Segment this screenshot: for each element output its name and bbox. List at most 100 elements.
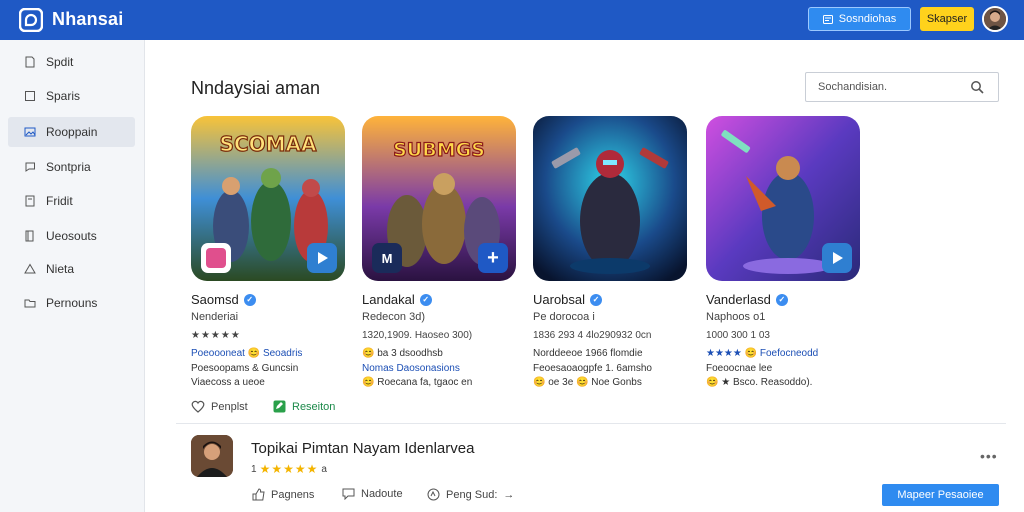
- game-name-label: Landakal: [362, 292, 415, 307]
- square-icon: [25, 91, 35, 101]
- play-icon[interactable]: [307, 243, 337, 273]
- verified-icon: ✓: [775, 293, 788, 306]
- app-name: Nhansai: [52, 9, 124, 29]
- game-detail-line[interactable]: ★★★★ 😊 Foefocneodd: [706, 348, 818, 359]
- svg-text:SUBMGS: SUBMGS: [393, 139, 485, 161]
- sidebar-item-label: Rooppain: [46, 125, 98, 139]
- game-detail-line: 😊 Roecana fa, tgaoc en: [362, 377, 473, 388]
- verified-icon: ✓: [590, 293, 603, 306]
- chat-icon: [25, 162, 35, 172]
- game-name-label: Uarobsal: [533, 292, 586, 307]
- search-placeholder: Sochandisian.: [818, 81, 888, 93]
- post-cta-button[interactable]: Mapeer Pesaoiee: [882, 484, 999, 506]
- game-card[interactable]: Vanderlasd ✓ Naphoos o1 1000 300 1 03 ★★★…: [706, 116, 862, 388]
- sidebar-item-1[interactable]: Sparis: [8, 81, 135, 111]
- rating-suffix: a: [321, 463, 327, 475]
- post-action-comment[interactable]: Nadoute: [342, 488, 403, 500]
- report-label: Reseiton: [292, 400, 336, 413]
- add-icon[interactable]: +: [478, 243, 508, 273]
- game-subtitle: Naphoos o1: [706, 311, 766, 323]
- game-detail-line[interactable]: Poeoooneat 😊 Seoadris: [191, 348, 302, 359]
- verified-icon: ✓: [243, 293, 256, 306]
- game-artwork[interactable]: SUBMGS M +: [362, 116, 516, 281]
- report-action[interactable]: Reseiton: [273, 400, 335, 413]
- sidebar-item-6[interactable]: Nieta: [8, 254, 135, 284]
- sidebar-item-label: Spdit: [46, 55, 74, 69]
- header-action-button[interactable]: Sosndiohas: [808, 7, 911, 31]
- section-title: Nndaysiai aman: [191, 78, 321, 98]
- like-label: Penplst: [211, 400, 248, 413]
- game-card[interactable]: Uarobsal ✓ Pe dorocoa i 1836 293 4 4lo290…: [533, 116, 689, 388]
- app-badge-icon: [201, 243, 231, 273]
- game-card[interactable]: SCOMAA Saomsd ✓ Nenderiai ★★★★★ Poeooonea…: [191, 116, 347, 388]
- image-icon: [24, 127, 36, 137]
- game-detail-line: Poesoopams & Guncsin: [191, 363, 299, 374]
- post-title[interactable]: Topikai Pimtan Nayam Idenlarvea: [251, 440, 474, 457]
- game-detail-line: 😊 ba 3 dsoodhsb: [362, 348, 443, 359]
- sidebar-item-label: Sparis: [46, 89, 81, 103]
- post-avatar[interactable]: [191, 435, 233, 477]
- file-icon: [25, 195, 35, 207]
- game-name: Uarobsal ✓: [533, 292, 603, 307]
- game-detail-line: Norddeeoe 1966 flomdie: [533, 348, 643, 359]
- game-subtitle: Nenderiai: [191, 311, 239, 323]
- search-icon[interactable]: [970, 80, 984, 94]
- post-action-share[interactable]: Peng Sud: →: [427, 488, 514, 501]
- rating-stars: ★★★★★: [191, 330, 241, 341]
- game-detail-line: Viaecoss a ueoe: [191, 377, 265, 388]
- game-name-label: Vanderlasd: [706, 292, 771, 307]
- game-detail-line: 😊 oe 3e 😊 Noe Gonbs: [533, 377, 642, 388]
- divider: [176, 423, 1006, 424]
- game-artwork[interactable]: SCOMAA: [191, 116, 345, 281]
- user-avatar[interactable]: [982, 6, 1008, 32]
- sidebar-item-label: Nieta: [46, 262, 75, 276]
- edit-icon: [273, 400, 286, 413]
- rating-prefix: 1: [251, 463, 257, 475]
- sidebar-item-5[interactable]: Ueosouts: [8, 221, 135, 251]
- game-card[interactable]: SUBMGS M + Landakal ✓ Redecon 3d) 1320,19…: [362, 116, 518, 388]
- app-logo-icon[interactable]: [19, 8, 43, 32]
- more-options-icon[interactable]: •••: [980, 448, 998, 464]
- post-action-like[interactable]: Pagnens: [252, 488, 314, 501]
- share-icon: [427, 488, 440, 501]
- post-action-label: Pagnens: [271, 488, 315, 501]
- game-detail-line[interactable]: Feoesaoaogpfe 1. 6amsho: [533, 363, 652, 374]
- verified-icon: ✓: [419, 293, 432, 306]
- app-badge-icon: M: [372, 243, 402, 273]
- sidebar-item-7[interactable]: Pernouns: [8, 288, 135, 318]
- sidebar-item-2[interactable]: Rooppain: [8, 117, 135, 147]
- thumbs-up-icon: [252, 488, 265, 501]
- star-icons: ★★★★★: [259, 462, 319, 476]
- message-icon: [822, 14, 833, 24]
- document-icon: [25, 56, 35, 68]
- sidebar-item-label: Ueosouts: [46, 229, 97, 243]
- game-detail-line[interactable]: Nomas Daosonasions: [362, 363, 460, 374]
- like-action[interactable]: Penplst: [191, 400, 248, 413]
- sidebar-item-0[interactable]: Spdit: [8, 47, 135, 77]
- game-name: Vanderlasd ✓: [706, 292, 788, 307]
- top-bar: Nhansai Sosndiohas Skapser: [0, 0, 1024, 40]
- game-artwork[interactable]: [706, 116, 860, 281]
- game-meta: 1836 293 4 4lo290932 0cn: [533, 330, 652, 341]
- sidebar-item-label: Fridit: [46, 194, 73, 208]
- game-name: Saomsd ✓: [191, 292, 256, 307]
- folder-icon: [24, 299, 36, 308]
- game-name: Landakal ✓: [362, 292, 432, 307]
- header-yellow-button[interactable]: Skapser: [920, 7, 974, 31]
- search-input[interactable]: Sochandisian.: [805, 72, 999, 102]
- game-meta: 1000 300 1 03: [706, 330, 770, 341]
- sidebar-item-3[interactable]: Sontpria: [8, 152, 135, 182]
- sidebar-item-label: Sontpria: [46, 160, 91, 174]
- comment-icon: [342, 488, 355, 500]
- book-icon: [25, 230, 34, 242]
- game-subtitle: Redecon 3d): [362, 311, 425, 323]
- svg-text:SCOMAA: SCOMAA: [220, 132, 317, 156]
- game-artwork[interactable]: [533, 116, 687, 281]
- game-subtitle: Pe dorocoa i: [533, 311, 595, 323]
- post-action-label: Peng Sud:: [446, 488, 498, 501]
- play-icon[interactable]: [822, 243, 852, 273]
- heart-icon: [191, 400, 205, 413]
- game-name-label: Saomsd: [191, 292, 239, 307]
- game-detail-line: Foeoocnae lee: [706, 363, 773, 374]
- sidebar-item-4[interactable]: Fridit: [8, 186, 135, 216]
